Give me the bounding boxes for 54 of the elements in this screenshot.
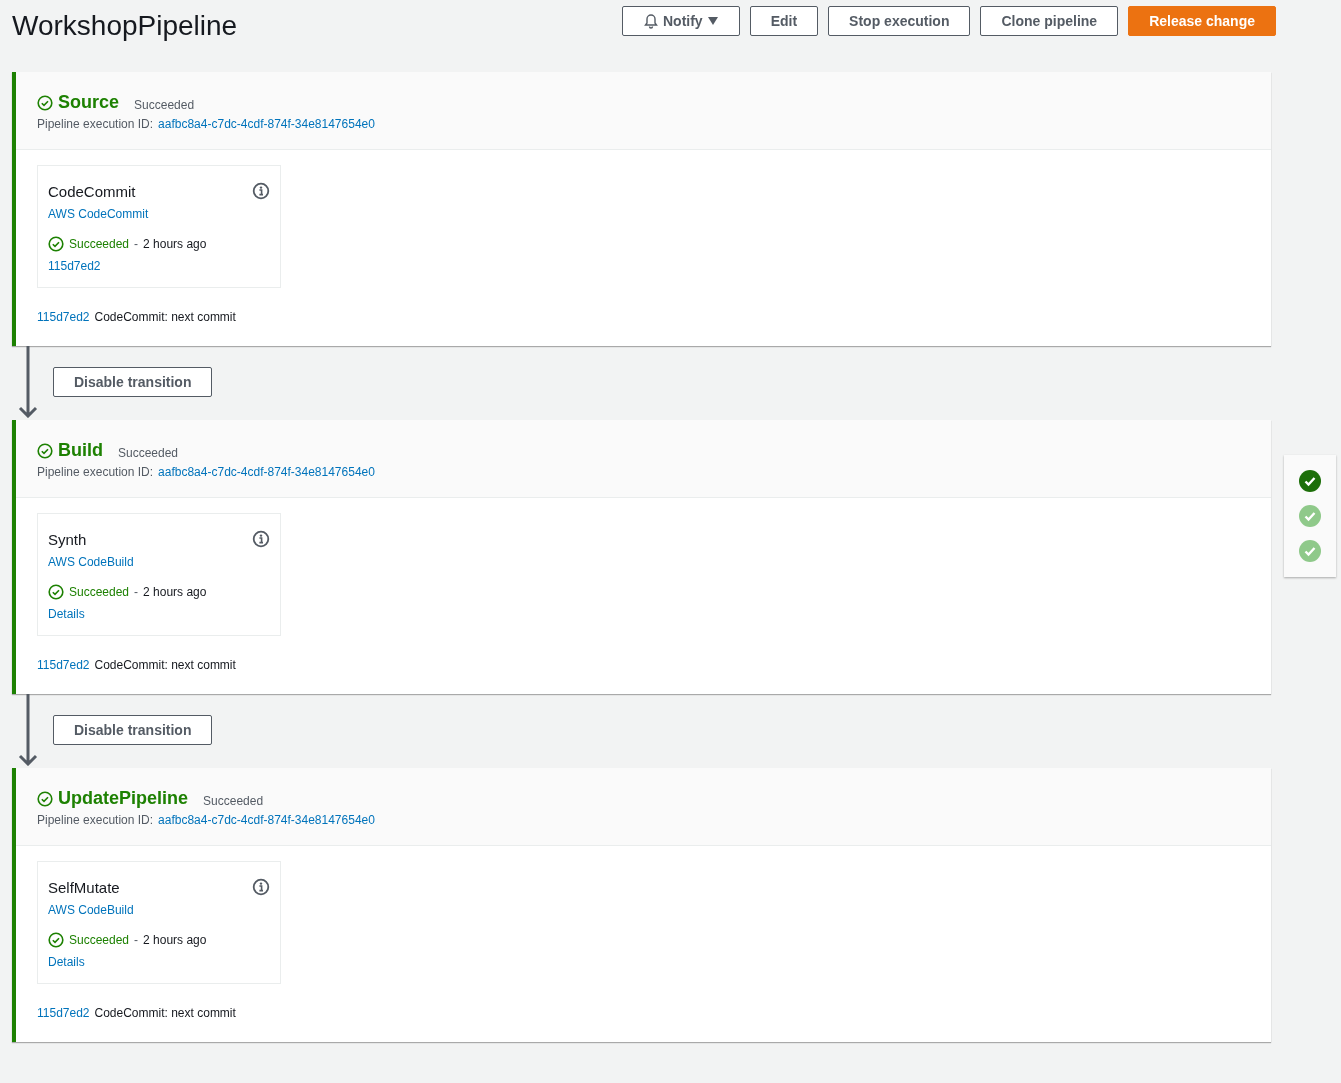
stage-name: UpdatePipeline <box>58 788 189 809</box>
commit-message: CodeCommit: next commit <box>94 310 236 324</box>
execution-id-link[interactable]: aafbc8a4-c7dc-4cdf-874f-34e8147654e0 <box>158 465 375 479</box>
separator: - <box>134 237 139 251</box>
caret-icon <box>706 16 719 26</box>
toolbar-button[interactable]: Stop execution <box>828 6 971 36</box>
toolbar-button[interactable]: Edit <box>749 6 819 36</box>
check-circle-icon[interactable] <box>1299 470 1321 492</box>
pipeline-title: WorkshopPipeline <box>12 10 238 42</box>
info-icon[interactable] <box>252 530 270 548</box>
down-arrow-icon <box>18 694 38 766</box>
action-time: 2 hours ago <box>143 237 207 251</box>
provider-link[interactable]: AWS CodeCommit <box>48 207 149 221</box>
disable-transition-button[interactable]: Disable transition <box>53 367 213 397</box>
action-link[interactable]: Details <box>48 607 85 621</box>
toolbar-button[interactable]: Clone pipeline <box>980 6 1119 36</box>
check-circle-icon[interactable] <box>1299 540 1321 562</box>
stage-name: Build <box>58 440 103 461</box>
commit-id-link[interactable]: 115d7ed2 <box>37 310 90 324</box>
provider-link[interactable]: AWS CodeBuild <box>48 903 134 917</box>
action-time: 2 hours ago <box>143 933 207 947</box>
separator: - <box>134 585 139 599</box>
execution-id-link[interactable]: aafbc8a4-c7dc-4cdf-874f-34e8147654e0 <box>158 117 375 131</box>
action-time: 2 hours ago <box>143 585 207 599</box>
action-status: Succeeded <box>69 237 130 251</box>
action-name: Synth <box>48 530 87 548</box>
stage-status: Succeeded <box>203 793 264 808</box>
action-link[interactable]: Details <box>48 955 85 969</box>
action-link[interactable]: 115d7ed2 <box>48 259 101 273</box>
check-circle-icon[interactable] <box>1299 505 1321 527</box>
execution-id-label: Pipeline execution ID: <box>37 813 154 827</box>
stage-status: Succeeded <box>134 97 195 112</box>
stage-status: Succeeded <box>118 445 179 460</box>
commit-id-link[interactable]: 115d7ed2 <box>37 1006 90 1020</box>
commit-message: CodeCommit: next commit <box>94 658 236 672</box>
execution-id-label: Pipeline execution ID: <box>37 465 154 479</box>
execution-id-link[interactable]: aafbc8a4-c7dc-4cdf-874f-34e8147654e0 <box>158 813 375 827</box>
provider-link[interactable]: AWS CodeBuild <box>48 555 134 569</box>
action-name: CodeCommit <box>48 182 136 200</box>
bell-icon <box>643 13 659 29</box>
disable-transition-button[interactable]: Disable transition <box>53 715 213 745</box>
notify-button[interactable]: Notify <box>622 6 740 36</box>
action-status: Succeeded <box>69 585 130 599</box>
info-icon[interactable] <box>252 878 270 896</box>
separator: - <box>134 933 139 947</box>
commit-message: CodeCommit: next commit <box>94 1006 236 1020</box>
action-status: Succeeded <box>69 933 130 947</box>
release-change-button[interactable]: Release change <box>1128 6 1276 36</box>
action-name: SelfMutate <box>48 878 120 896</box>
execution-id-label: Pipeline execution ID: <box>37 117 154 131</box>
stage-name: Source <box>58 92 120 113</box>
down-arrow-icon <box>18 346 38 418</box>
info-icon[interactable] <box>252 182 270 200</box>
commit-id-link[interactable]: 115d7ed2 <box>37 658 90 672</box>
